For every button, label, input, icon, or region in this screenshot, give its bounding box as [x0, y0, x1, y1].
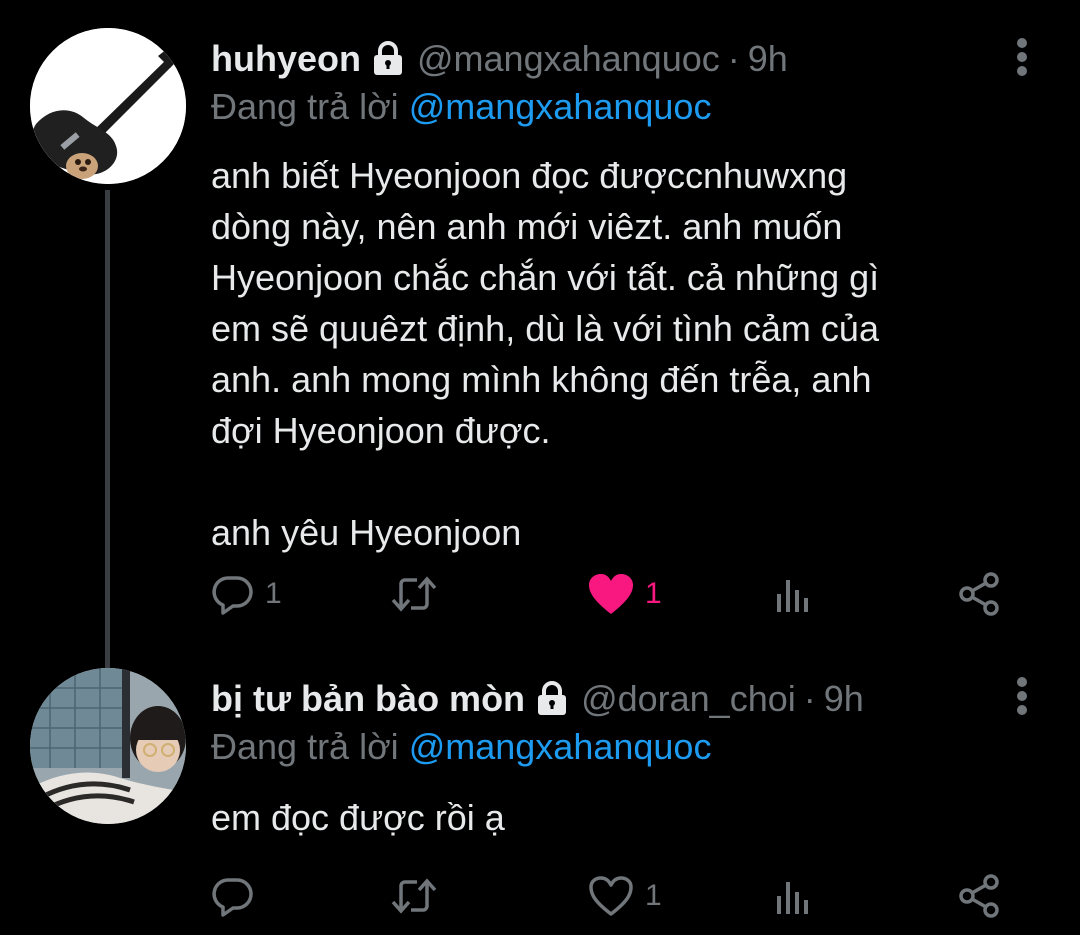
replying-mention[interactable]: @mangxahanquoc	[409, 86, 712, 127]
retweet-icon	[391, 878, 437, 914]
thread-connector	[105, 190, 110, 670]
like-button[interactable]: 1	[587, 872, 662, 920]
like-button[interactable]: 1	[587, 570, 662, 618]
tweet-header: bị tư bản bào mòn @doran_choi · 9h	[211, 676, 864, 722]
reply-icon	[212, 576, 253, 615]
handle[interactable]: @mangxahanquoc	[417, 38, 720, 80]
replying-mention[interactable]: @mangxahanquoc	[409, 726, 712, 767]
reply-button[interactable]	[211, 872, 265, 920]
more-icon[interactable]	[1016, 676, 1028, 716]
tweet-text: anh biết Hyeonjoon đọc đượccnhuwxng dòng…	[211, 155, 880, 553]
timestamp[interactable]: 9h	[824, 678, 864, 720]
timestamp[interactable]: 9h	[748, 38, 788, 80]
action-bar: 1 1	[211, 570, 1031, 618]
separator: ·	[803, 678, 816, 719]
views-button[interactable]	[773, 872, 813, 920]
lock-icon	[371, 41, 405, 77]
tweet-header: huhyeon @mangxahanquoc · 9h	[211, 36, 788, 82]
more-icon[interactable]	[1016, 37, 1028, 77]
avatar[interactable]	[30, 28, 186, 184]
replying-to: Đang trả lời @mangxahanquoc	[211, 86, 711, 128]
views-icon	[777, 580, 808, 612]
tweet[interactable]: bị tư bản bào mòn @doran_choi · 9h Đang …	[0, 640, 1080, 935]
handle[interactable]: @doran_choi	[581, 678, 796, 720]
retweet-icon	[391, 576, 437, 612]
share-button[interactable]	[957, 872, 1001, 920]
separator: ·	[727, 38, 740, 79]
replying-to: Đang trả lời @mangxahanquoc	[211, 726, 711, 768]
reply-button[interactable]: 1	[211, 570, 282, 618]
lock-icon	[535, 681, 569, 717]
like-count: 1	[645, 879, 662, 912]
share-icon	[959, 874, 999, 918]
retweet-button[interactable]	[389, 872, 449, 920]
replying-prefix: Đang trả lời	[211, 86, 399, 127]
heart-outline-icon	[589, 876, 633, 916]
tweet-text: em đọc được rồi ạ	[211, 797, 505, 838]
views-icon	[777, 882, 808, 914]
share-icon	[959, 572, 999, 616]
share-button[interactable]	[957, 570, 1001, 618]
tweet[interactable]: huhyeon @mangxahanquoc · 9h Đang trả lời…	[0, 0, 1080, 670]
display-name[interactable]: huhyeon	[211, 38, 361, 80]
display-name[interactable]: bị tư bản bào mòn	[211, 678, 525, 720]
like-count: 1	[645, 577, 662, 610]
action-bar: 1	[211, 872, 1031, 920]
avatar[interactable]	[30, 668, 186, 824]
reply-icon	[212, 878, 253, 917]
reply-count: 1	[265, 577, 282, 610]
heart-filled-icon	[589, 574, 633, 614]
replying-prefix: Đang trả lời	[211, 726, 399, 767]
views-button[interactable]	[773, 570, 813, 618]
retweet-button[interactable]	[389, 570, 449, 618]
